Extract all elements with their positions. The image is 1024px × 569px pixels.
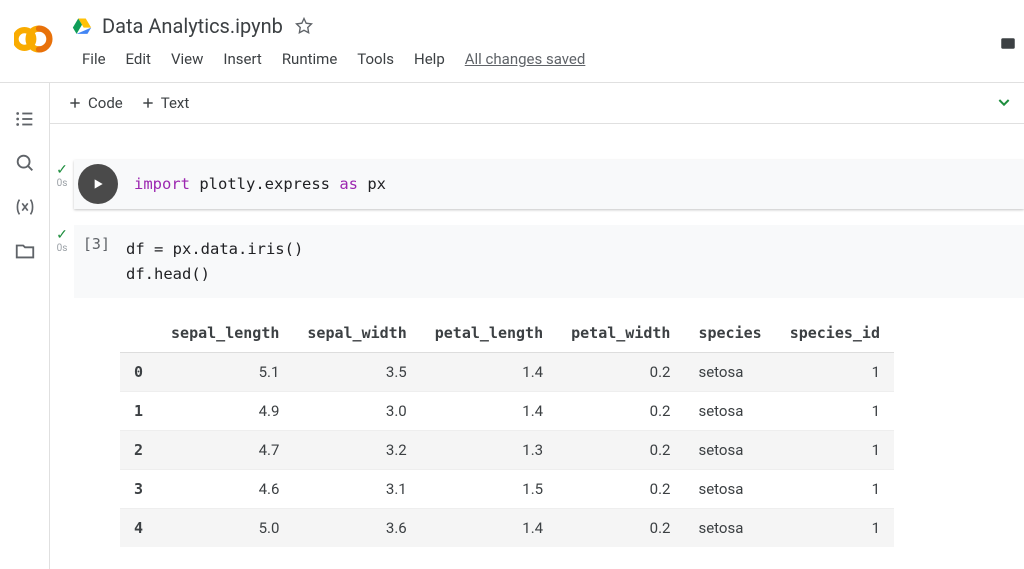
table-row: 14.93.01.40.2setosa1: [120, 392, 894, 431]
cell-petal-width: 0.2: [557, 431, 684, 470]
keyword-import: import: [134, 175, 190, 193]
cell-output: sepal_length sepal_width petal_length pe…: [120, 314, 1024, 547]
col-sepal-width: sepal_width: [293, 314, 420, 353]
cell-petal-length: 1.4: [421, 392, 557, 431]
menu-edit[interactable]: Edit: [116, 46, 161, 72]
header: Data Analytics.ipynb File Edit View Inse…: [0, 0, 1024, 83]
exec-time: 0s: [50, 243, 74, 254]
add-code-button[interactable]: Code: [68, 94, 123, 112]
cell-species-id: 1: [776, 509, 894, 548]
add-text-button[interactable]: Text: [141, 94, 190, 112]
col-petal-width: petal_width: [557, 314, 684, 353]
notebook-title[interactable]: Data Analytics.ipynb: [98, 12, 287, 40]
cell-species: setosa: [684, 431, 775, 470]
cell-species-id: 1: [776, 353, 894, 392]
col-sepal-length: sepal_length: [157, 314, 293, 353]
cell-species-id: 1: [776, 470, 894, 509]
menu-view[interactable]: View: [161, 46, 213, 72]
cell-species: setosa: [684, 509, 775, 548]
cell-sepal-length: 4.7: [157, 431, 293, 470]
col-index: [120, 314, 157, 353]
cell-index: 2: [120, 431, 157, 470]
cell-species: setosa: [684, 392, 775, 431]
save-status[interactable]: All changes saved: [455, 46, 596, 72]
cell-sepal-length: 5.1: [157, 353, 293, 392]
cell-sepal-length: 4.6: [157, 470, 293, 509]
table-row: 05.13.51.40.2setosa1: [120, 353, 894, 392]
col-species: species: [684, 314, 775, 353]
add-code-label: Code: [88, 94, 123, 112]
variables-icon[interactable]: [14, 196, 36, 218]
notebook-content: ✓ 0s import plotly.express as px ✓ 0s [3…: [50, 124, 1024, 569]
check-icon: ✓: [56, 162, 68, 178]
cell-sepal-width: 3.1: [293, 470, 420, 509]
cell-index: 4: [120, 509, 157, 548]
search-icon[interactable]: [14, 152, 36, 174]
cell-petal-length: 1.5: [421, 470, 557, 509]
menu-help[interactable]: Help: [404, 46, 455, 72]
cell-body: [3] df = px.data.iris() df.head(): [74, 225, 1024, 299]
code-editor[interactable]: df = px.data.iris() df.head(): [114, 225, 1024, 299]
cell-index: 1: [120, 392, 157, 431]
comment-icon[interactable]: [998, 36, 1018, 58]
cell-petal-length: 1.4: [421, 509, 557, 548]
menu-runtime[interactable]: Runtime: [272, 46, 347, 72]
toolbar: Code Text: [50, 82, 1024, 124]
col-petal-length: petal_length: [421, 314, 557, 353]
star-icon[interactable]: [293, 15, 315, 37]
cell-species-id: 1: [776, 431, 894, 470]
toc-icon[interactable]: [14, 108, 36, 130]
cell-petal-width: 0.2: [557, 353, 684, 392]
cell-petal-width: 0.2: [557, 509, 684, 548]
code-editor[interactable]: import plotly.express as px: [122, 160, 1024, 209]
menubar: File Edit View Insert Runtime Tools Help…: [72, 40, 1024, 82]
cell-body: import plotly.express as px: [74, 160, 1024, 209]
add-text-label: Text: [161, 94, 190, 112]
cell-sepal-width: 3.6: [293, 509, 420, 548]
cell-petal-width: 0.2: [557, 392, 684, 431]
code-cell[interactable]: ✓ 0s import plotly.express as px: [50, 160, 1024, 209]
dataframe-table: sepal_length sepal_width petal_length pe…: [120, 314, 894, 547]
toolbar-caret-icon[interactable]: [996, 94, 1012, 114]
cell-sepal-width: 3.5: [293, 353, 420, 392]
table-row: 34.63.11.50.2setosa1: [120, 470, 894, 509]
cell-gutter: ✓ 0s: [50, 225, 74, 254]
menu-file[interactable]: File: [72, 46, 116, 72]
menu-tools[interactable]: Tools: [347, 46, 404, 72]
table-row: 24.73.21.30.2setosa1: [120, 431, 894, 470]
cell-petal-length: 1.3: [421, 431, 557, 470]
exec-count: [3]: [74, 225, 114, 263]
cell-species-id: 1: [776, 392, 894, 431]
menu-insert[interactable]: Insert: [213, 46, 271, 72]
cell-petal-length: 1.4: [421, 353, 557, 392]
cell-sepal-length: 5.0: [157, 509, 293, 548]
colab-logo: [14, 14, 64, 64]
cell-sepal-width: 3.2: [293, 431, 420, 470]
cell-species: setosa: [684, 470, 775, 509]
cell-gutter: ✓ 0s: [50, 160, 74, 189]
table-row: 45.03.61.40.2setosa1: [120, 509, 894, 548]
run-button[interactable]: [78, 164, 118, 204]
col-species-id: species_id: [776, 314, 894, 353]
exec-time: 0s: [50, 178, 74, 189]
cell-petal-width: 0.2: [557, 470, 684, 509]
header-right: Data Analytics.ipynb File Edit View Inse…: [72, 8, 1024, 82]
cell-index: 3: [120, 470, 157, 509]
sidebar: [0, 82, 50, 569]
code-cell[interactable]: ✓ 0s [3] df = px.data.iris() df.head(): [50, 225, 1024, 299]
cell-sepal-width: 3.0: [293, 392, 420, 431]
title-row: Data Analytics.ipynb: [72, 8, 1024, 40]
files-icon[interactable]: [14, 240, 36, 262]
keyword-as: as: [339, 175, 358, 193]
drive-icon: [72, 16, 92, 36]
cell-species: setosa: [684, 353, 775, 392]
table-header-row: sepal_length sepal_width petal_length pe…: [120, 314, 894, 353]
cell-sepal-length: 4.9: [157, 392, 293, 431]
cell-index: 0: [120, 353, 157, 392]
check-icon: ✓: [56, 227, 68, 243]
